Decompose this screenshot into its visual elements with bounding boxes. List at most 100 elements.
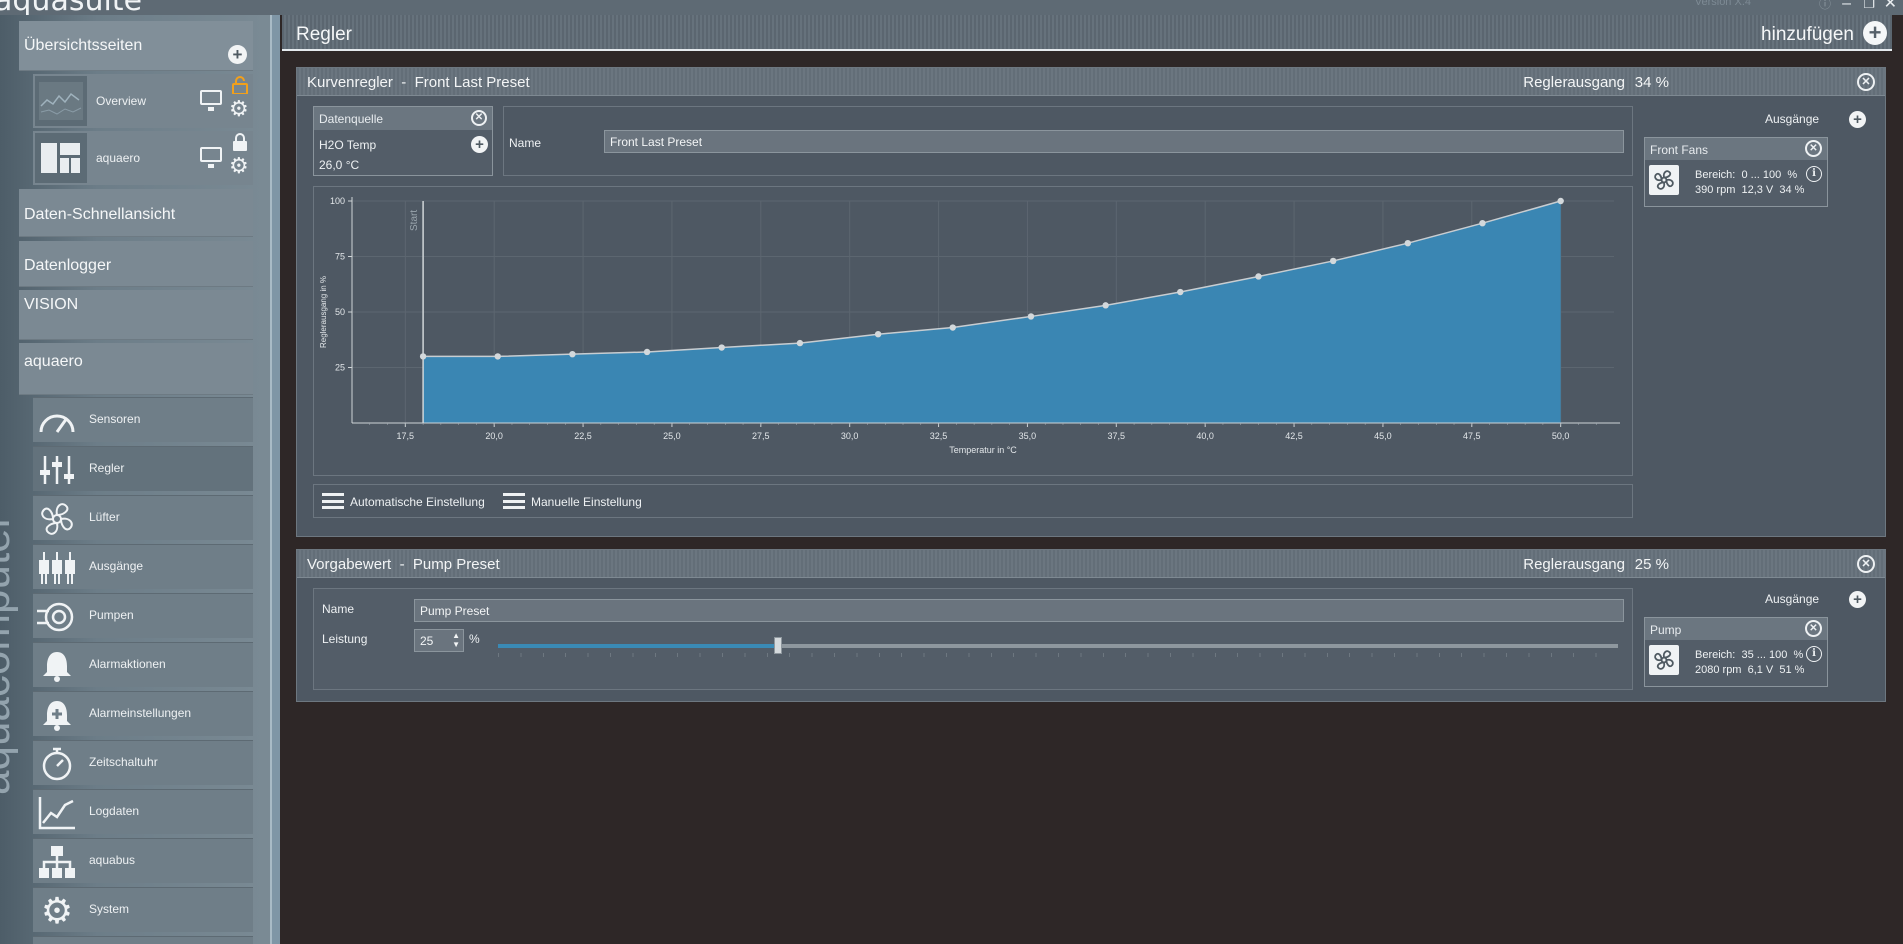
overview-page-item[interactable]: aquaero ⚙	[33, 131, 253, 185]
y-tick-label: 50	[335, 307, 345, 317]
sidebar-item-aquabus[interactable]: aquabus	[33, 838, 253, 883]
sidebar-item-alarmaktionen[interactable]: Alarmaktionen	[33, 642, 253, 687]
outputs-icon	[33, 545, 81, 590]
curve-point[interactable]	[1557, 197, 1564, 205]
name-box: Name Front Last Preset	[503, 106, 1633, 176]
sidebar-item-ausgaenge[interactable]: Ausgänge	[33, 544, 253, 589]
sidebar-item-sensoren[interactable]: Sensoren	[33, 397, 253, 442]
overview-page-label: Overview	[96, 94, 147, 108]
nav-vision[interactable]: VISION	[19, 290, 253, 340]
sidebar-item-label: aquabus	[89, 853, 136, 867]
add-source-icon[interactable]: +	[471, 136, 488, 153]
x-tick-label: 40,0	[1196, 431, 1214, 441]
name-input[interactable]: Pump Preset	[414, 599, 1624, 622]
lock-closed-icon[interactable]	[232, 133, 248, 151]
sidebar-item-more[interactable]	[33, 936, 253, 944]
curve-point[interactable]	[494, 353, 501, 360]
fan-icon	[33, 496, 81, 541]
curve-chart[interactable]: Start 17,5 20,0 22,5 25,0 27,5 30,0 32,5 35,0 37,…	[314, 187, 1632, 475]
menu-icon	[322, 493, 344, 509]
add-overview-icon[interactable]: +	[228, 45, 247, 64]
output-card-header: Pump	[1645, 618, 1827, 640]
bell-icon	[33, 643, 81, 688]
nav-data-quickview[interactable]: Daten-Schnellansicht	[19, 189, 253, 237]
curve-point[interactable]	[569, 350, 576, 358]
gear-icon[interactable]: ⚙	[229, 155, 249, 177]
power-slider-thumb[interactable]	[774, 637, 782, 654]
output-card[interactable]: Front Fans ✕ Bereich: 0 ... 100 % 390 rp…	[1644, 137, 1828, 207]
output-card[interactable]: Pump ✕ Bereich: 35 ... 100 % 2080 rpm 6,…	[1644, 617, 1828, 687]
x-axis-title: Temperatur in °C	[949, 445, 1017, 455]
gear-icon[interactable]: ⚙	[229, 98, 249, 120]
network-icon	[33, 839, 81, 884]
curve-point[interactable]	[419, 353, 427, 360]
curve-point[interactable]	[1255, 273, 1262, 280]
name-label: Name	[509, 136, 542, 150]
x-tick-label: 20,0	[485, 431, 503, 441]
sidebar-splitter[interactable]	[270, 15, 280, 944]
sidebar-item-zeitschaltuhr[interactable]: Zeitschaltuhr	[33, 740, 253, 785]
sidebar-item-regler[interactable]: Regler	[33, 446, 253, 491]
preset-settings-box: Name Pump Preset Leistung 25 ▲ ▼ %	[313, 588, 1633, 690]
curve-point[interactable]	[1027, 313, 1035, 320]
controller-type: Vorgabewert	[307, 556, 392, 573]
curve-point[interactable]	[1177, 288, 1184, 296]
curve-point[interactable]	[1404, 239, 1412, 247]
info-icon[interactable]: i	[1806, 166, 1822, 182]
curve-point[interactable]	[1479, 220, 1486, 227]
sidebar-item-label: Zeitschaltuhr	[89, 755, 158, 769]
info-icon[interactable]: i	[1806, 646, 1822, 662]
monitor-icon[interactable]	[200, 90, 222, 111]
close-icon[interactable]: ✕	[1884, 0, 1897, 12]
monitor-icon[interactable]	[200, 147, 222, 168]
add-output-icon[interactable]: +	[1849, 591, 1866, 608]
curve-point[interactable]	[949, 324, 956, 331]
auto-setting-button[interactable]: Automatische Einstellung	[350, 495, 485, 509]
nav-datalogger[interactable]: Datenlogger	[19, 241, 253, 287]
manual-setting-button[interactable]: Manuelle Einstellung	[531, 495, 642, 509]
curve-point[interactable]	[643, 348, 651, 356]
add-output-icon[interactable]: +	[1849, 111, 1866, 128]
sliders-icon	[33, 447, 81, 492]
stepper-arrows-icon[interactable]: ▲ ▼	[452, 631, 460, 649]
data-source-header: Datenquelle	[314, 107, 492, 130]
name-input[interactable]: Front Last Preset	[604, 130, 1624, 153]
curve-point[interactable]	[1102, 302, 1109, 309]
remove-controller-icon[interactable]: ✕	[1857, 555, 1875, 573]
power-slider[interactable]	[498, 637, 1618, 657]
lock-open-icon[interactable]	[232, 76, 248, 94]
curve-point[interactable]	[874, 331, 882, 338]
overview-pages-header[interactable]: Übersichtsseiten +	[19, 21, 253, 71]
curve-chart-box: Start 17,5 20,0 22,5 25,0 27,5 30,0 32,5 35,0 37,…	[313, 186, 1633, 476]
curve-controller-panel: Kurvenregler - Front Last Preset Reglera…	[296, 67, 1886, 537]
remove-controller-icon[interactable]: ✕	[1857, 73, 1875, 91]
minimize-icon[interactable]: –	[1842, 0, 1851, 12]
sidebar-item-label: Alarmaktionen	[89, 657, 166, 671]
sidebar-item-system[interactable]: ⚙ System	[33, 887, 253, 932]
x-tick-label: 32,5	[930, 431, 948, 441]
nav-aquaero[interactable]: aquaero	[19, 343, 253, 395]
sidebar-item-alarmeinstellungen[interactable]: Alarmeinstellungen	[33, 691, 253, 736]
curve-point[interactable]	[1329, 257, 1337, 265]
add-controller-label[interactable]: hinzufügen	[1761, 24, 1854, 46]
source-sensor-value: 26,0 °C	[319, 158, 360, 172]
remove-output-icon[interactable]: ✕	[1805, 620, 1822, 637]
info-icon[interactable]: ⓘ	[1819, 0, 1831, 11]
add-controller-button[interactable]: +	[1863, 21, 1887, 45]
power-stepper[interactable]: 25 ▲ ▼	[414, 629, 464, 652]
remove-output-icon[interactable]: ✕	[1805, 140, 1822, 157]
chart-line-icon	[33, 790, 81, 835]
restore-icon[interactable]: ❐	[1863, 0, 1875, 11]
sidebar-item-luefter[interactable]: Lüfter	[33, 495, 253, 540]
app-title: aquasuite	[0, 0, 143, 18]
power-value: 25	[420, 634, 434, 648]
sidebar-item-logdaten[interactable]: Logdaten	[33, 789, 253, 834]
power-unit: %	[469, 632, 480, 646]
x-tick-label: 35,0	[1019, 431, 1037, 441]
remove-source-icon[interactable]: ✕	[471, 110, 487, 126]
overview-page-item[interactable]: Overview ⚙	[33, 74, 253, 128]
page-title: Regler	[296, 24, 352, 45]
sidebar-item-pumpen[interactable]: Pumpen	[33, 593, 253, 638]
curve-point[interactable]	[718, 344, 725, 351]
curve-point[interactable]	[796, 339, 804, 347]
